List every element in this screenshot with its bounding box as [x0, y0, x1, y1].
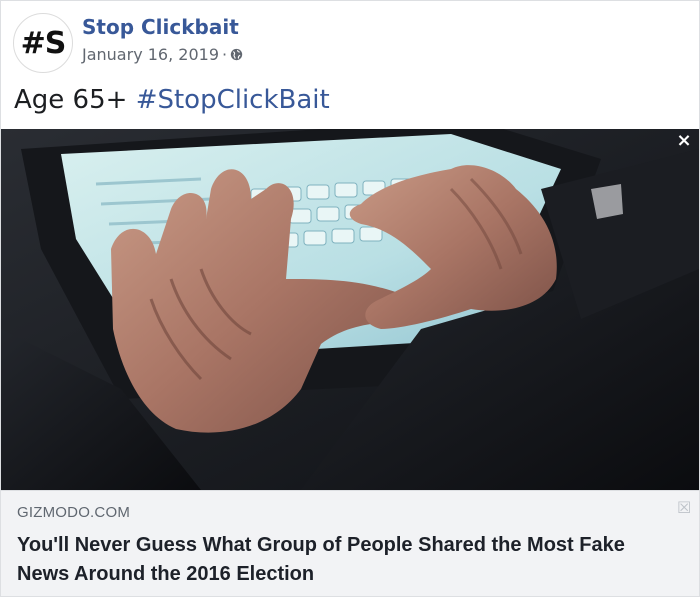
link-preview-caption[interactable]: GIZMODO.COM You'll Never Guess What Grou…: [1, 490, 699, 596]
post-meta: January 16, 2019 ·: [82, 45, 243, 64]
hands-on-tablet-photo: [1, 129, 699, 490]
post-date-link[interactable]: January 16, 2019: [82, 45, 219, 64]
link-title[interactable]: You'll Never Guess What Group of People …: [17, 531, 657, 589]
close-icon[interactable]: ×: [675, 132, 693, 150]
avatar-logo-text: #S: [20, 25, 67, 61]
post-text-prefix: Age 65+: [14, 85, 128, 115]
link-preview-image[interactable]: ×: [1, 129, 699, 490]
meta-separator: ·: [222, 45, 228, 64]
hide-preview-icon[interactable]: ☒: [677, 500, 691, 516]
page-name-link[interactable]: Stop Clickbait: [82, 15, 239, 39]
link-domain: GIZMODO.COM: [17, 504, 131, 521]
hashtag-link[interactable]: #StopClickBait: [136, 85, 330, 115]
post-message: Age 65+ #StopClickBait: [14, 85, 330, 115]
globe-icon[interactable]: [230, 48, 243, 61]
page-avatar[interactable]: #S: [13, 13, 73, 73]
facebook-post: #S Stop Clickbait January 16, 2019 · Age…: [0, 0, 700, 597]
